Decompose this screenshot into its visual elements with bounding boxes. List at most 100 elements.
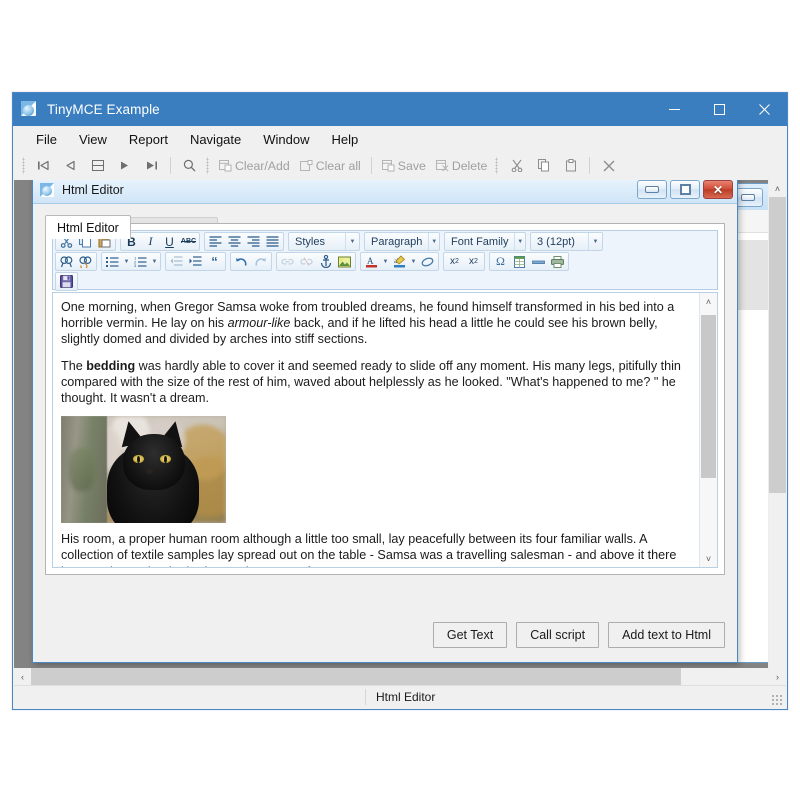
resize-grip[interactable] bbox=[771, 694, 783, 706]
editor-scrollbar-thumb[interactable] bbox=[701, 315, 716, 478]
chevron-down-icon[interactable]: ▼ bbox=[345, 233, 359, 250]
toolbar-grip-2[interactable] bbox=[205, 157, 212, 174]
save-record-button[interactable]: Save bbox=[377, 155, 431, 176]
align-right-icon[interactable] bbox=[244, 233, 263, 250]
subscript-icon[interactable]: x2 bbox=[445, 253, 464, 270]
previous-record-button[interactable] bbox=[57, 155, 84, 176]
black-cat-on-tree-photo[interactable] bbox=[61, 416, 226, 524]
html-editor-minimize-button[interactable] bbox=[637, 180, 667, 199]
undo-icon[interactable] bbox=[232, 253, 251, 270]
scroll-up-arrow-icon[interactable]: ˄ bbox=[700, 293, 717, 310]
remove-format-icon[interactable] bbox=[418, 253, 437, 270]
menu-item-file[interactable]: File bbox=[25, 129, 68, 150]
last-record-button[interactable] bbox=[138, 155, 165, 176]
align-justify-icon[interactable] bbox=[263, 233, 282, 250]
chevron-down-icon[interactable]: ▼ bbox=[428, 233, 439, 250]
mdi-vertical-scrollbar-thumb[interactable] bbox=[769, 197, 786, 493]
menu-item-window[interactable]: Window bbox=[252, 129, 320, 150]
toolbar-grip[interactable] bbox=[21, 157, 28, 174]
menu-item-view[interactable]: View bbox=[68, 129, 118, 150]
mdi-scroll-left-arrow-icon[interactable]: ‹ bbox=[14, 668, 31, 685]
maximize-button[interactable] bbox=[697, 93, 742, 126]
mdi-horizontal-scrollbar[interactable]: ‹ › bbox=[14, 668, 786, 685]
toolbar-grip-3[interactable] bbox=[494, 157, 502, 174]
svg-text:3: 3 bbox=[134, 263, 137, 267]
indent-icon[interactable] bbox=[186, 253, 205, 270]
first-record-button[interactable] bbox=[30, 155, 57, 176]
search-button[interactable] bbox=[176, 155, 203, 176]
tab-html-editor[interactable]: Html Editor bbox=[45, 215, 131, 239]
superscript-icon[interactable]: x2 bbox=[464, 253, 483, 270]
insert-group bbox=[276, 252, 356, 271]
mdi-vertical-scrollbar[interactable]: ˄ ˅ bbox=[768, 180, 786, 685]
save-document-icon[interactable] bbox=[57, 273, 76, 290]
background-color-icon[interactable]: ab bbox=[390, 253, 409, 270]
html-editor-window[interactable]: Html Editor ✕ Html Editor Saved Html bbox=[32, 180, 738, 663]
bullet-list-icon[interactable] bbox=[103, 253, 122, 270]
color-group: A ▼ ab ▼ bbox=[360, 252, 439, 271]
delete-record-button[interactable]: Delete bbox=[431, 155, 493, 176]
status-bar-separator bbox=[365, 689, 366, 705]
edit-record-button[interactable] bbox=[84, 155, 111, 176]
cut-button[interactable] bbox=[503, 155, 530, 176]
special-group: Ω bbox=[489, 252, 569, 271]
html-editor-title: Html Editor bbox=[62, 183, 124, 197]
html-editor-close-button[interactable]: ✕ bbox=[703, 180, 733, 199]
copy-button[interactable] bbox=[530, 155, 557, 176]
italic-icon[interactable]: I bbox=[141, 233, 160, 250]
menu-item-help[interactable]: Help bbox=[321, 129, 370, 150]
mdi-scroll-up-arrow-icon[interactable]: ˄ bbox=[769, 180, 786, 197]
horizontal-rule-icon[interactable] bbox=[529, 253, 548, 270]
styles-select[interactable]: Styles ▼ bbox=[288, 232, 360, 251]
clear-add-button[interactable]: Clear/Add bbox=[214, 155, 295, 176]
chevron-down-icon[interactable]: ▼ bbox=[514, 233, 525, 250]
insert-table-icon[interactable] bbox=[510, 253, 529, 270]
redo-icon[interactable] bbox=[251, 253, 270, 270]
menu-item-report[interactable]: Report bbox=[118, 129, 179, 150]
tinymce-toolbar-row-3 bbox=[55, 272, 717, 291]
font-size-select[interactable]: 3 (12pt) ▼ bbox=[530, 232, 603, 251]
chevron-down-icon[interactable]: ▼ bbox=[150, 253, 159, 270]
align-center-icon[interactable] bbox=[225, 233, 244, 250]
scroll-down-arrow-icon[interactable]: ˅ bbox=[700, 550, 717, 567]
link-icon[interactable] bbox=[278, 253, 297, 270]
paste-button[interactable] bbox=[557, 155, 584, 176]
mdi-scroll-right-arrow-icon[interactable]: › bbox=[769, 668, 786, 685]
mdi-horizontal-scrollbar-thumb[interactable] bbox=[31, 668, 681, 685]
chevron-down-icon[interactable]: ▼ bbox=[409, 253, 418, 270]
numbered-list-icon[interactable]: 123 bbox=[131, 253, 150, 270]
blockquote-icon[interactable]: “ bbox=[205, 253, 224, 270]
chevron-down-icon[interactable]: ▼ bbox=[588, 233, 602, 250]
minimize-button[interactable] bbox=[652, 93, 697, 126]
editor-document-body[interactable]: One morning, when Gregor Samsa woke from… bbox=[53, 293, 700, 567]
anchor-icon[interactable] bbox=[316, 253, 335, 270]
align-left-icon[interactable] bbox=[206, 233, 225, 250]
special-character-icon[interactable]: Ω bbox=[491, 253, 510, 270]
chevron-down-icon[interactable]: ▼ bbox=[381, 253, 390, 270]
image-icon[interactable] bbox=[335, 253, 354, 270]
paragraph-2: The bedding was hardly able to cover it … bbox=[61, 358, 690, 407]
next-record-button[interactable] bbox=[111, 155, 138, 176]
chevron-down-icon[interactable]: ▼ bbox=[122, 253, 131, 270]
call-script-button[interactable]: Call script bbox=[516, 622, 600, 648]
print-icon[interactable] bbox=[548, 253, 567, 270]
tinymce-toolbar-row-2: ▼ 123 ▼ “ A ▼ ▼ x 2 x 2 Ω bbox=[55, 252, 717, 271]
html-editor-maximize-button[interactable] bbox=[670, 180, 700, 199]
strikethrough-icon[interactable]: ABC bbox=[179, 233, 198, 250]
find-replace-icon[interactable] bbox=[76, 253, 95, 270]
outdent-icon[interactable] bbox=[167, 253, 186, 270]
unlink-icon[interactable] bbox=[297, 253, 316, 270]
close-button[interactable] bbox=[742, 93, 787, 126]
underline-icon[interactable]: U bbox=[160, 233, 179, 250]
format-select[interactable]: Paragraph ▼ bbox=[364, 232, 440, 251]
tinymce-content-area[interactable]: One morning, when Gregor Samsa woke from… bbox=[52, 292, 718, 568]
font-family-select[interactable]: Font Family ▼ bbox=[444, 232, 526, 251]
get-text-button[interactable]: Get Text bbox=[432, 622, 508, 648]
menu-item-navigate[interactable]: Navigate bbox=[179, 129, 252, 150]
editor-vertical-scrollbar[interactable]: ˄ ˅ bbox=[699, 293, 717, 567]
clear-all-button[interactable]: Clear all bbox=[295, 155, 366, 176]
close-record-button[interactable] bbox=[595, 155, 622, 176]
find-icon[interactable] bbox=[57, 253, 76, 270]
add-text-to-html-button[interactable]: Add text to Html bbox=[608, 622, 725, 648]
text-color-icon[interactable]: A bbox=[362, 253, 381, 270]
